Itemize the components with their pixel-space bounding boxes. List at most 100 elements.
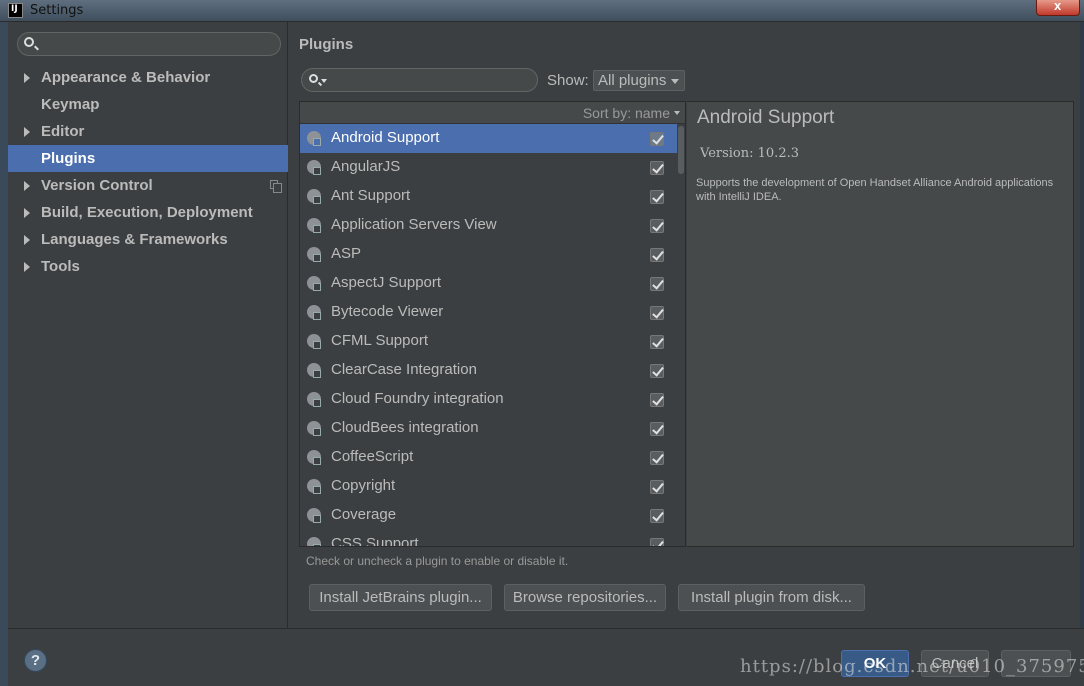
plugin-row[interactable]: Android Support [300,124,677,153]
plugin-row[interactable]: ClearCase Integration [300,356,677,385]
sidebar-item-label: Plugins [41,150,96,167]
plugin-enabled-checkbox[interactable] [650,277,664,291]
sidebar-item-version-control[interactable]: Version Control [8,172,288,199]
plugin-enabled-checkbox[interactable] [650,509,664,523]
watermark: https://blog.csdn.net/u010_37597572 [740,656,1084,677]
plugin-icon [307,334,321,349]
expand-arrow-icon[interactable] [24,181,30,191]
sidebar-item-build[interactable]: Build, Execution, Deployment [8,199,288,226]
close-button[interactable] [1036,0,1080,16]
sidebar-item-label: Appearance & Behavior [41,69,211,86]
help-button[interactable]: ? [24,649,47,672]
plugin-list-scrollbar[interactable] [677,124,685,546]
sort-label[interactable]: Sort by: name [583,105,670,121]
plugin-details-description: Supports the development of Open Handset… [696,177,1054,203]
plugin-icon [307,247,321,262]
plugin-enabled-checkbox[interactable] [650,306,664,320]
sidebar-search-input[interactable] [42,35,272,53]
plugin-enabled-checkbox[interactable] [650,248,664,262]
expand-arrow-icon[interactable] [24,127,30,137]
sidebar-item-appearance[interactable]: Appearance & Behavior [8,64,288,91]
install-jetbrains-plugin-button[interactable]: Install JetBrains plugin... [309,584,492,611]
plugin-row[interactable]: ASP [300,240,677,269]
browse-repositories-button[interactable]: Browse repositories... [504,584,666,611]
plugin-details-title: Android Support [697,107,835,128]
plugin-search[interactable] [301,68,538,92]
plugin-enabled-checkbox[interactable] [650,190,664,204]
plugin-enabled-checkbox[interactable] [650,335,664,349]
scrollbar-thumb[interactable] [678,126,684,174]
plugin-enabled-checkbox[interactable] [650,364,664,378]
chevron-down-icon[interactable] [674,111,680,115]
show-filter-value: All plugins [598,72,667,89]
plugin-row[interactable]: Coverage [300,501,677,530]
plugin-enabled-checkbox[interactable] [650,422,664,436]
sidebar-item-languages[interactable]: Languages & Frameworks [8,226,288,253]
plugin-row[interactable]: Bytecode Viewer [300,298,677,327]
plugin-icon [307,479,321,494]
expand-arrow-icon[interactable] [24,262,30,272]
plugin-icon [307,508,321,523]
plugin-enabled-checkbox[interactable] [650,132,664,146]
plugin-row[interactable]: Application Servers View [300,211,677,240]
plugin-row[interactable]: CFML Support [300,327,677,356]
plugin-details-version: Version: 10.2.3 [700,146,799,161]
sidebar-item-label: Build, Execution, Deployment [41,204,253,221]
show-filter-select[interactable]: All plugins [593,70,685,91]
plugin-name: Ant Support [331,187,411,204]
sidebar-item-plugins[interactable]: Plugins [8,145,288,172]
plugin-row[interactable]: CSS Support [300,530,677,547]
plugin-name: Android Support [331,129,440,146]
chevron-down-icon [671,79,679,84]
search-icon [24,37,34,47]
sidebar-item-editor[interactable]: Editor [8,118,288,145]
plugin-icon [307,305,321,320]
sidebar-item-tools[interactable]: Tools [8,253,288,280]
plugin-hint: Check or uncheck a plugin to enable or d… [306,554,569,568]
expand-arrow-icon[interactable] [24,73,30,83]
intellij-icon [8,3,23,18]
sidebar-item-keymap[interactable]: Keymap [8,91,288,118]
plugin-row[interactable]: AngularJS [300,153,677,182]
plugin-search-input[interactable] [330,71,530,89]
search-icon [309,74,318,83]
plugin-enabled-checkbox[interactable] [650,161,664,175]
plugin-name: ASP [331,245,362,262]
project-settings-icon [270,180,282,193]
plugin-enabled-checkbox[interactable] [650,393,664,407]
window-frame-right [1080,22,1084,628]
window-title: Settings [30,3,84,18]
plugin-name: CloudBees integration [331,419,479,436]
plugin-enabled-checkbox[interactable] [650,538,664,546]
plugin-icon [307,392,321,407]
expand-arrow-icon[interactable] [24,208,30,218]
sidebar-item-label: Tools [41,258,80,275]
sidebar-search[interactable] [17,32,281,56]
sidebar-item-label: Keymap [41,96,100,113]
plugin-name: ClearCase Integration [331,361,477,378]
plugin-row[interactable]: CoffeeScript [300,443,677,472]
search-history-dropdown-icon[interactable] [321,79,327,83]
plugin-enabled-checkbox[interactable] [650,480,664,494]
plugin-icon [307,276,321,291]
sort-bar[interactable]: Sort by: name [300,102,685,124]
plugin-row[interactable]: AspectJ Support [300,269,677,298]
plugin-icon [307,160,321,175]
plugin-row[interactable]: Ant Support [300,182,677,211]
title-bar: Settings [0,0,1084,22]
plugin-enabled-checkbox[interactable] [650,219,664,233]
plugin-icon [307,363,321,378]
plugin-enabled-checkbox[interactable] [650,451,664,465]
expand-arrow-icon[interactable] [24,235,30,245]
plugin-row[interactable]: Copyright [300,472,677,501]
install-from-disk-button[interactable]: Install plugin from disk... [678,584,865,611]
plugin-icon [307,537,321,546]
plugin-name: Copyright [331,477,396,494]
plugin-name: AspectJ Support [331,274,442,291]
plugin-row[interactable]: Cloud Foundry integration [300,385,677,414]
plugin-name: CSS Support [331,535,419,547]
settings-nav: Appearance & Behavior Keymap Editor Plug… [8,64,288,280]
sidebar-item-label: Languages & Frameworks [41,231,228,248]
plugin-row[interactable]: CloudBees integration [300,414,677,443]
sidebar-item-label: Editor [41,123,85,140]
